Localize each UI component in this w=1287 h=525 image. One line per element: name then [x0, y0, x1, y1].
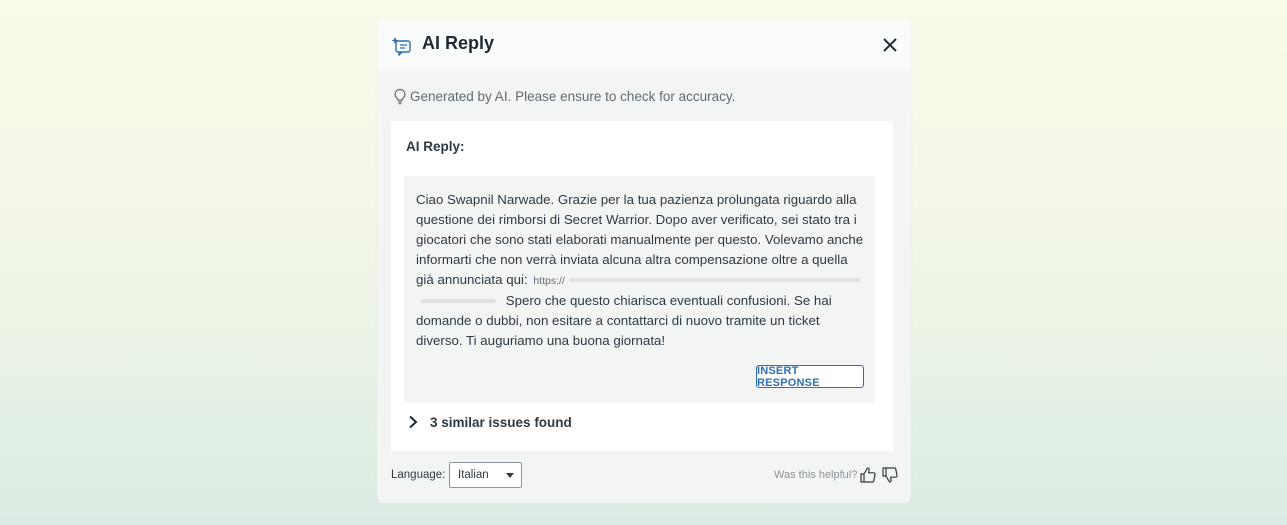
reply-box: Ciao Swapnil Narwade. Grazie per la tua …	[404, 176, 875, 403]
reply-label: AI Reply:	[406, 139, 465, 154]
language-select[interactable]: Italian	[449, 462, 522, 488]
thumbs-up-icon[interactable]	[859, 466, 877, 484]
reply-text: Ciao Swapnil Narwade. Grazie per la tua …	[416, 190, 868, 351]
caret-down-icon	[506, 473, 514, 478]
ai-reply-panel: AI Reply Generated by AI. Please ensure …	[377, 20, 911, 503]
ai-disclaimer: Generated by AI. Please ensure to check …	[393, 87, 735, 105]
similar-issues-label: 3 similar issues found	[430, 414, 572, 430]
close-icon[interactable]	[881, 36, 899, 54]
panel-title: AI Reply	[422, 33, 495, 53]
reply-card: AI Reply: Ciao Swapnil Narwade. Grazie p…	[391, 121, 893, 451]
lightbulb-icon	[394, 88, 406, 104]
ai-chat-sparkle-icon	[391, 37, 411, 56]
insert-response-button[interactable]: INSERT RESPONSE	[756, 365, 864, 389]
language-label: Language:	[391, 469, 446, 481]
panel-header: AI Reply	[377, 20, 911, 71]
redacted-url-bar	[420, 299, 496, 304]
disclaimer-text: Generated by AI. Please ensure to check …	[410, 88, 736, 104]
helpful-prompt: Was this helpful?	[774, 469, 858, 481]
reply-text-part1: Ciao Swapnil Narwade. Grazie per la tua …	[416, 192, 864, 287]
similar-issues-toggle[interactable]: 3 similar issues found	[407, 412, 572, 432]
redacted-url-bar	[568, 278, 861, 283]
thumbs-down-icon[interactable]	[881, 466, 899, 484]
language-value: Italian	[458, 469, 489, 481]
reply-url[interactable]: https://	[533, 275, 565, 287]
chevron-right-icon	[409, 415, 418, 429]
